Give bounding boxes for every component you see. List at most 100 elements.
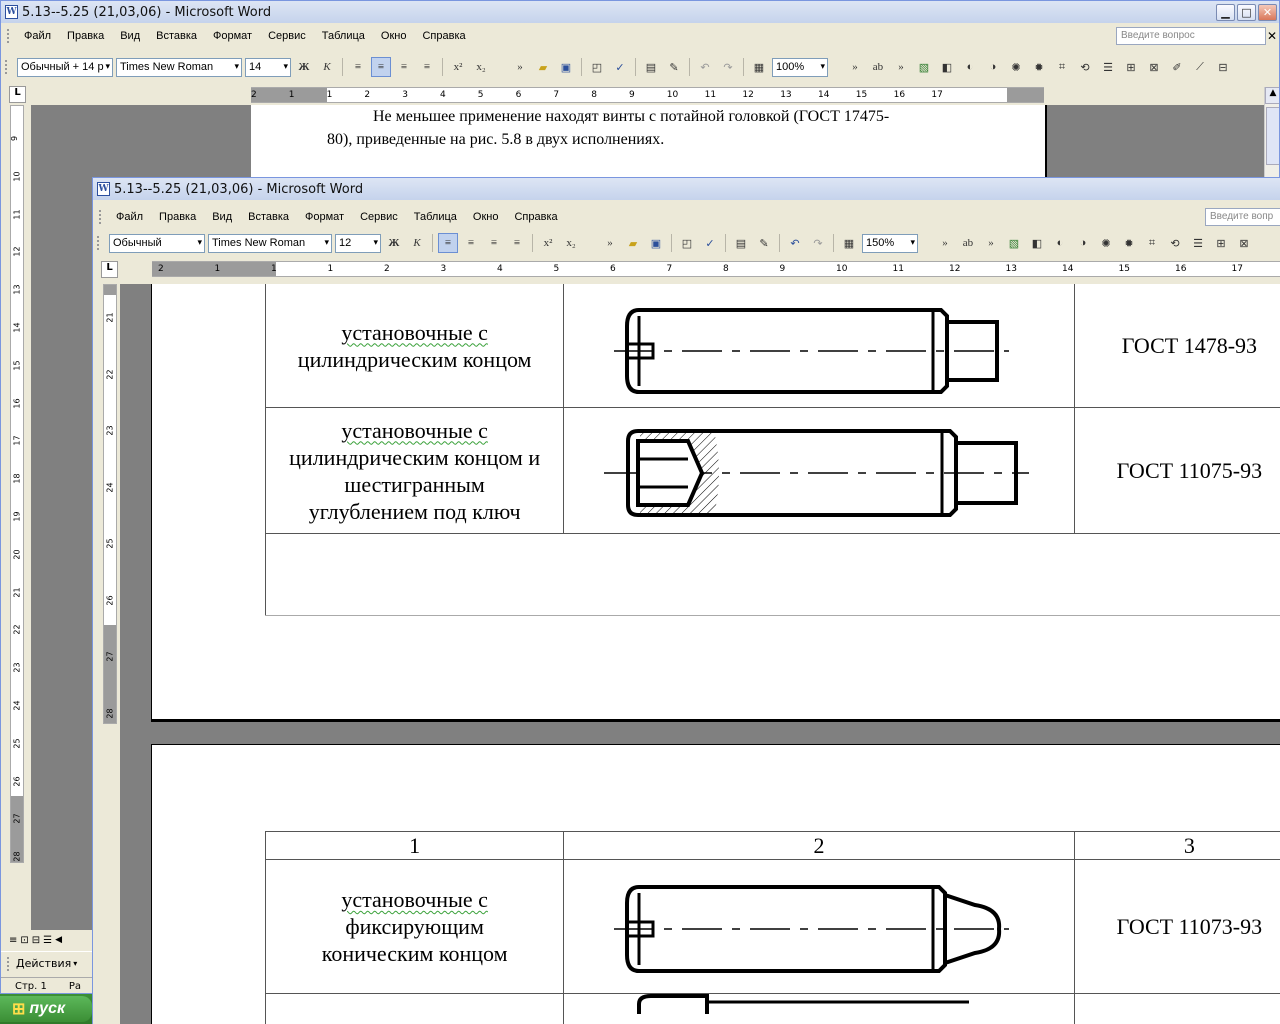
open-folder-icon[interactable]: ▰ [533,57,553,77]
gost-cell[interactable] [1073,993,1280,1024]
toolbar-options-icon[interactable]: » [891,57,911,77]
zoom-combo[interactable]: 150% [862,233,918,253]
maximize-button[interactable]: □ [1237,4,1256,21]
align-center-icon[interactable]: ≡ [461,233,481,253]
align-right-icon[interactable]: ≡ [484,233,504,253]
back-vertical-ruler[interactable]: 9 10 11 12 13 14 15 16 17 18 19 20 21 22 23 24 25 26 27 28 [10,105,24,863]
menu-insert[interactable]: Вставка [240,211,297,223]
menu-edit[interactable]: Правка [151,211,204,223]
format-painter-icon[interactable]: ✎ [754,233,774,253]
format-picture-icon[interactable]: ⊠ [1144,57,1164,77]
outline-view-icon[interactable]: ☰ [43,935,52,946]
menu-file[interactable]: Файл [16,30,59,42]
brightness-icon[interactable]: ✹ [1029,57,1049,77]
subscript-icon[interactable]: x₂ [561,233,581,253]
toolbar-options-icon[interactable]: » [935,233,955,253]
justify-icon[interactable]: ≡ [507,233,527,253]
scroll-left-arrow[interactable]: ◀ [55,935,62,945]
ruler-tab-selector[interactable]: L [9,86,26,103]
gost-cell[interactable]: ГОСТ 11075-93 [1073,407,1280,534]
name-cell[interactable]: установочные с цилиндрическим концом и ш… [264,407,565,534]
justify-icon[interactable]: ≡ [417,57,437,77]
rotate-icon[interactable]: ⟲ [1075,57,1095,77]
menu-view[interactable]: Вид [204,211,240,223]
align-right-icon[interactable]: ≡ [394,57,414,77]
brightness-icon[interactable]: ✹ [1119,233,1139,253]
brightness-icon[interactable]: ✺ [1096,233,1116,253]
compress-icon[interactable]: ⊞ [1211,233,1231,253]
picture-tool-icon[interactable]: ◧ [1027,233,1047,253]
drawing-cell[interactable] [563,284,1075,408]
paste-icon[interactable]: ▤ [731,233,751,253]
menu-table[interactable]: Таблица [406,211,465,223]
redo-icon[interactable]: ↷ [808,233,828,253]
superscript-icon[interactable]: x² [538,233,558,253]
menu-tools[interactable]: Сервис [260,30,314,42]
insert-picture-icon[interactable]: ▧ [1004,233,1024,253]
menu-window[interactable]: Окно [373,30,415,42]
insert-picture-icon[interactable]: ▧ [914,57,934,77]
name-cell[interactable] [264,993,565,1024]
menu-edit[interactable]: Правка [59,30,112,42]
contrast-icon[interactable]: ◐ [960,57,980,77]
minimize-button[interactable]: ▁ [1216,4,1235,21]
brightness-icon[interactable]: ✺ [1006,57,1026,77]
start-button[interactable]: ⊞ пуск [0,996,92,1022]
save-icon[interactable]: ▣ [646,233,666,253]
line-style-icon[interactable]: ☰ [1188,233,1208,253]
close-doc-icon[interactable]: ✕ [1267,29,1277,43]
back-title-bar[interactable]: W 5.13--5.25 (21,03,06) - Microsoft Word… [1,1,1279,23]
subscript-icon[interactable]: x₂ [471,57,491,77]
print-preview-icon[interactable]: ◰ [677,233,697,253]
crop-icon[interactable]: ⌗ [1142,233,1162,253]
reset-picture-icon[interactable]: ⟋ [1190,57,1210,77]
bold-button[interactable]: Ж [294,57,314,77]
print-preview-icon[interactable]: ◰ [587,57,607,77]
line-style-icon[interactable]: ☰ [1098,57,1118,77]
format-painter-icon[interactable]: ✎ [664,57,684,77]
draw-actions-menu[interactable]: Действия [16,957,71,970]
open-folder-icon[interactable]: ▰ [623,233,643,253]
scroll-up-arrow[interactable]: ▲ [1265,87,1279,104]
style-combo[interactable]: Обычный + 14 р [17,57,113,77]
menu-format[interactable]: Формат [297,211,352,223]
drawing-cell[interactable] [563,859,1075,994]
front-horizontal-ruler[interactable]: 2 1 1 1 2 3 4 5 6 7 8 9 10 11 12 13 14 15 16 17 [152,261,1280,277]
empty-cell[interactable] [265,533,1280,616]
ruler-tab-selector[interactable]: L [101,261,118,278]
gost-cell[interactable]: ГОСТ 11073-93 [1073,859,1280,994]
italic-button[interactable]: К [407,233,427,253]
menu-tools[interactable]: Сервис [352,211,406,223]
menu-window[interactable]: Окно [465,211,507,223]
back-horizontal-ruler[interactable]: 2 1 1 2 3 4 5 6 7 8 9 10 11 12 13 14 15 16 17 [251,87,1044,103]
normal-view-icon[interactable]: ≡ [9,935,17,946]
redo-icon[interactable]: ↷ [718,57,738,77]
menu-help[interactable]: Справка [414,30,473,42]
zoom-combo[interactable]: 100% [772,57,828,77]
align-left-icon[interactable]: ≡ [348,57,368,77]
menu-view[interactable]: Вид [112,30,148,42]
name-cell[interactable]: установочные с цилиндрическим концом [264,284,565,408]
scroll-thumb[interactable] [1266,107,1279,165]
align-center-icon[interactable]: ≡ [371,57,391,77]
compress-icon[interactable]: ⊞ [1121,57,1141,77]
ask-question-input[interactable]: Введите вопрос [1116,27,1266,45]
spelling-icon[interactable]: ✓ [700,233,720,253]
toolbar-options-icon[interactable]: ⊟ [1213,57,1233,77]
contrast-icon[interactable]: ◑ [1073,233,1093,253]
align-left-icon[interactable]: ≡ [438,233,458,253]
text-field-icon[interactable]: ab [868,57,888,77]
bold-button[interactable]: Ж [384,233,404,253]
toolbar-options-icon[interactable]: » [981,233,1001,253]
text-field-icon[interactable]: ab [958,233,978,253]
insert-table-icon[interactable]: ▦ [839,233,859,253]
drawing-cell[interactable] [563,407,1075,534]
rotate-icon[interactable]: ⟲ [1165,233,1185,253]
undo-icon[interactable]: ↶ [785,233,805,253]
close-button[interactable]: ✕ [1258,4,1277,21]
menu-insert[interactable]: Вставка [148,30,205,42]
superscript-icon[interactable]: x² [448,57,468,77]
italic-button[interactable]: К [317,57,337,77]
toolbar-options-icon[interactable]: » [600,233,620,253]
format-picture-icon[interactable]: ⊠ [1234,233,1254,253]
